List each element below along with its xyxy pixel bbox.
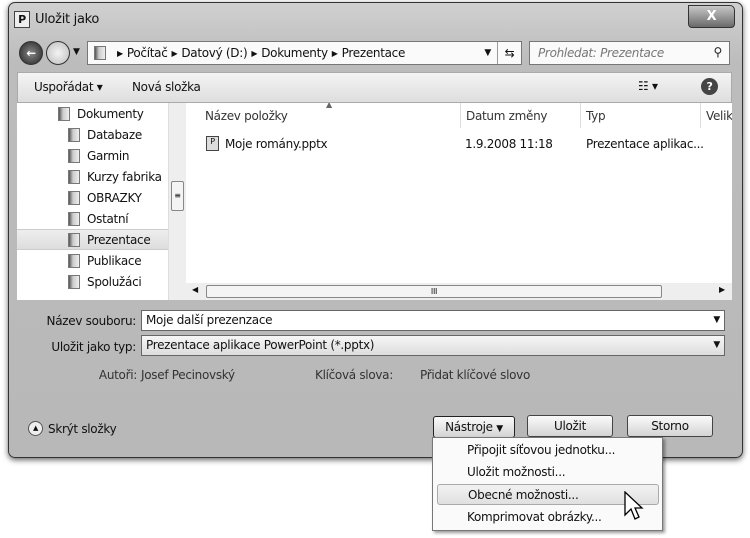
nav-item[interactable]: Publikace xyxy=(17,250,168,271)
folder-icon xyxy=(68,169,80,184)
folder-icon xyxy=(68,274,80,289)
save-button[interactable]: Uložit xyxy=(527,415,613,437)
folder-icon xyxy=(58,106,70,121)
column-header-type[interactable]: Typ xyxy=(586,109,606,123)
search-icon: ⚲ xyxy=(713,45,723,59)
search-input[interactable]: Prohledat: Prezentace ⚲ xyxy=(529,41,730,65)
scroll-left-icon[interactable]: ◀ xyxy=(192,285,198,294)
nav-item[interactable]: Kurzy fabrika xyxy=(17,166,168,187)
nav-item-selected[interactable]: Prezentace xyxy=(17,229,168,250)
back-button[interactable]: ← xyxy=(19,41,43,65)
nav-item[interactable]: Spolužáci xyxy=(17,271,168,292)
recent-pages-dropdown[interactable]: ▼ xyxy=(73,47,80,57)
breadcrumb-item[interactable]: Prezentace xyxy=(342,46,406,60)
address-bar[interactable]: ▶ Počítač ▶ Datový (D:) ▶ Dokumenty ▶ Prezen… xyxy=(87,41,522,65)
powerpoint-app-icon: P xyxy=(14,11,30,28)
forward-button[interactable] xyxy=(46,41,70,65)
folder-icon xyxy=(68,148,80,163)
view-options-icon[interactable]: ☷ ▾ xyxy=(638,79,658,93)
folder-icon xyxy=(68,253,80,268)
file-list: ▲ Název položky Datum změny Typ Velik P … xyxy=(186,103,732,283)
authors-label: Autoři: xyxy=(98,368,137,382)
new-folder-button[interactable]: Nová složka xyxy=(132,80,201,94)
tools-button[interactable]: Nástroje ▼ xyxy=(433,416,515,438)
scroll-thumb[interactable]: III xyxy=(206,285,662,298)
close-button[interactable]: X xyxy=(688,5,735,28)
address-dropdown-icon[interactable]: ▼ xyxy=(478,48,497,58)
toolbar: Uspořádat ▾ Nová složka ☷ ▾ ? xyxy=(17,72,732,103)
nav-item-dokumenty[interactable]: Dokumenty xyxy=(17,103,168,124)
organize-button[interactable]: Uspořádat ▾ xyxy=(34,80,103,94)
save-type-label: Uložit jako typ: xyxy=(51,340,136,354)
chevron-down-icon[interactable]: ▼ xyxy=(713,315,720,325)
navigation-pane: Dokumenty Databaze Garmin Kurzy fabrika … xyxy=(17,103,168,300)
save-type-select[interactable]: Prezentace aplikace PowerPoint (*.pptx) ▼ xyxy=(141,335,725,356)
column-header-name[interactable]: Název položky xyxy=(205,109,288,123)
pptx-file-icon: P xyxy=(206,136,219,151)
folder-icon xyxy=(68,190,80,205)
folder-icon xyxy=(68,232,80,247)
breadcrumb-item[interactable]: Dokumenty xyxy=(261,46,328,60)
cancel-button[interactable]: Storno xyxy=(627,415,713,437)
breadcrumb-item[interactable]: Počítač xyxy=(127,46,168,60)
chevron-down-icon[interactable]: ▼ xyxy=(713,340,720,350)
filename-input[interactable]: Moje další prezenzace ▼ xyxy=(141,310,725,331)
folder-icon xyxy=(68,127,80,142)
nav-item[interactable]: OBRAZKY xyxy=(17,187,168,208)
filename-label: Název souboru: xyxy=(46,314,137,328)
folder-icon xyxy=(68,211,80,226)
hide-folders-button[interactable]: Skrýt složky xyxy=(48,422,117,436)
window-title: Uložit jako xyxy=(35,12,100,27)
refresh-icon[interactable]: ⇆ xyxy=(497,42,521,64)
file-list-horizontal-scrollbar[interactable]: ◀ III ▶ xyxy=(186,283,732,300)
breadcrumb-item[interactable]: Datový (D:) xyxy=(181,46,247,60)
nav-item[interactable]: Databaze xyxy=(17,124,168,145)
menu-item-map-network-drive[interactable]: Připojit síťovou jednotku... xyxy=(437,440,659,461)
scroll-thumb[interactable]: ≡ xyxy=(171,181,184,211)
collapse-up-icon[interactable]: ▲ xyxy=(28,421,43,436)
column-header-size[interactable]: Velik xyxy=(706,109,732,123)
nav-item[interactable]: Ostatní xyxy=(17,208,168,229)
column-header-date[interactable]: Datum změny xyxy=(466,109,547,123)
keywords-label: Klíčová slova: xyxy=(315,368,393,382)
file-row[interactable]: P Moje romány.pptx 1.9.2008 11:18 Prezen… xyxy=(186,135,732,155)
help-icon[interactable]: ? xyxy=(701,78,718,95)
mouse-cursor-icon xyxy=(624,491,644,520)
sort-ascending-icon: ▲ xyxy=(326,103,332,109)
keywords-value[interactable]: Přidat klíčové slovo xyxy=(420,368,530,382)
nav-item[interactable]: Garmin xyxy=(17,145,168,166)
folder-icon xyxy=(94,46,106,60)
authors-value[interactable]: Josef Pecinovský xyxy=(141,368,235,382)
nav-vertical-scrollbar[interactable]: ≡ xyxy=(168,103,186,300)
menu-item-save-options[interactable]: Uložit možnosti... xyxy=(437,462,659,483)
scroll-right-icon[interactable]: ▶ xyxy=(719,285,725,294)
